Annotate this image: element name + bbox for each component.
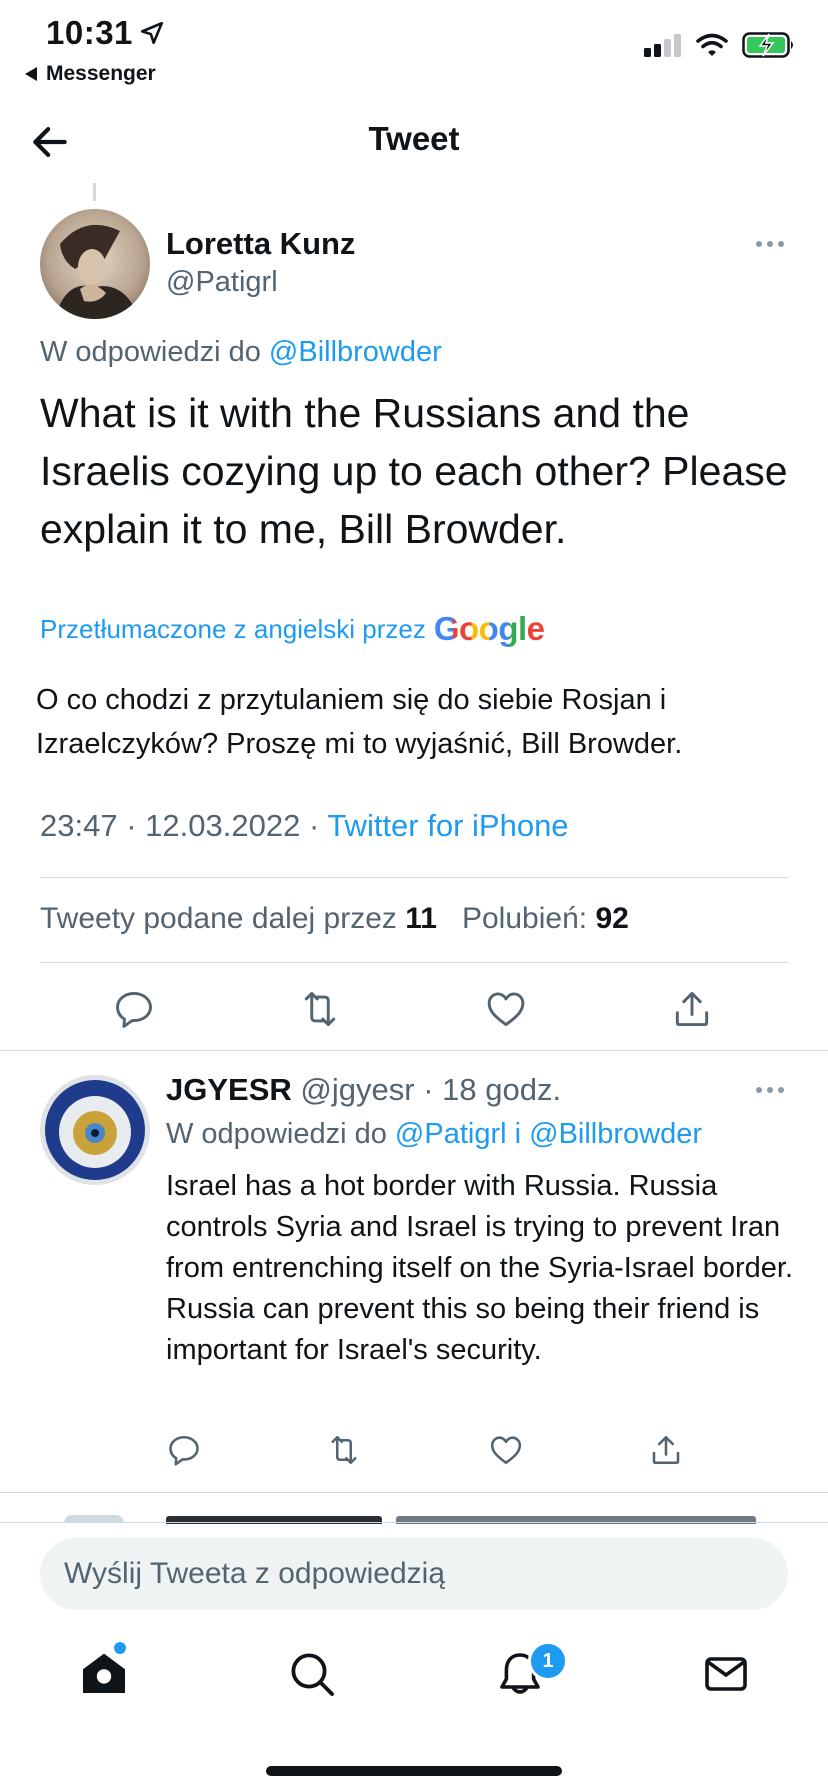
meta-separator-1: ·: [126, 808, 137, 843]
retweets-label: Tweety podane dalej przez: [40, 902, 397, 935]
page-title: Tweet: [368, 120, 460, 157]
status-time-text: 10:31: [46, 14, 133, 51]
composer-divider: [0, 1522, 828, 1523]
reply-like-icon[interactable]: [488, 1432, 524, 1468]
location-arrow-icon: [140, 21, 163, 45]
tweet-text: What is it with the Russians and the Isr…: [40, 390, 788, 552]
reply-time: · 18 godz.: [423, 1072, 562, 1107]
divider: [40, 877, 788, 878]
like-icon[interactable]: [484, 987, 528, 1031]
divider: [0, 1050, 828, 1051]
back-to-app[interactable]: Messenger: [24, 62, 156, 86]
reply-composer[interactable]: [40, 1538, 788, 1610]
translated-label: Przetłumaczone z angielski przez: [40, 613, 426, 644]
divider: [0, 1492, 828, 1493]
home-indicator: [266, 1766, 562, 1776]
tweet-date: 12.03.2022: [145, 808, 301, 843]
more-options-icon[interactable]: [756, 241, 784, 247]
tweet-meta: 23:47 · 12.03.2022 · Twitter for iPhone: [40, 808, 569, 844]
thread-connector: [93, 183, 96, 201]
reply-prefix: W odpowiedzi do: [166, 1118, 387, 1150]
avatar-photo: [40, 209, 150, 319]
reply-header: JGYESR @jgyesr · 18 godz.: [166, 1072, 561, 1108]
reply-to-link[interactable]: @Billbrowder: [269, 336, 442, 368]
search-icon[interactable]: [288, 1650, 336, 1698]
google-logo: Google: [433, 610, 545, 647]
reply-input[interactable]: [40, 1556, 766, 1592]
tweet-time: 23:47: [40, 808, 118, 843]
retweets-count: 11: [405, 902, 437, 935]
likes-count: 92: [595, 902, 629, 935]
home-icon[interactable]: [80, 1650, 128, 1698]
reply-replyto-line: W odpowiedzi do @Patigrl i @Billbrowder: [166, 1118, 702, 1151]
reply-retweet-icon[interactable]: [326, 1432, 362, 1468]
meta-separator-2: ·: [308, 808, 320, 843]
reply-conjunction: i: [514, 1118, 522, 1150]
retweet-icon[interactable]: [298, 987, 342, 1031]
tweet-source-link[interactable]: Twitter for iPhone: [327, 808, 568, 843]
reply-more-options-icon[interactable]: [756, 1087, 784, 1093]
notifications-badge: 1: [528, 1641, 568, 1681]
reply-mention-2[interactable]: @Billbrowder: [529, 1118, 702, 1150]
reply-to-line: W odpowiedzi do @Billbrowder: [40, 336, 442, 369]
likes-stat[interactable]: Polubień: 92: [462, 902, 629, 935]
reply-reply-icon[interactable]: [166, 1432, 202, 1468]
author-name[interactable]: Loretta Kunz: [166, 226, 355, 262]
reply-author-avatar[interactable]: [40, 1075, 150, 1185]
avatar-photo: [40, 1075, 150, 1185]
status-time: 10:31: [46, 14, 165, 52]
reply-author-name[interactable]: JGYESR: [166, 1072, 292, 1107]
reply-author-handle[interactable]: @jgyesr: [300, 1072, 414, 1107]
tweet-stats: Tweety podane dalej przez 11 Polubień: 9…: [40, 902, 629, 936]
reply-share-icon[interactable]: [648, 1432, 684, 1468]
reply-mention-1[interactable]: @Patigrl: [395, 1118, 507, 1150]
back-triangle-icon: [25, 67, 37, 81]
likes-label: Polubień:: [461, 902, 588, 935]
share-icon[interactable]: [670, 987, 714, 1031]
back-app-label: Messenger: [46, 62, 156, 85]
wifi-icon: [696, 33, 728, 56]
battery-charging-icon: [742, 32, 793, 58]
home-unread-dot: [114, 1642, 126, 1654]
divider: [40, 962, 788, 963]
status-icons: [644, 32, 796, 58]
reply-tweet-text: Israel has a hot border with Russia. Rus…: [166, 1170, 794, 1366]
author-avatar[interactable]: [40, 209, 150, 319]
messages-icon[interactable]: [702, 1650, 750, 1698]
signal-icon: [644, 34, 681, 57]
retweets-stat[interactable]: Tweety podane dalej przez 11: [40, 902, 437, 935]
translation-attribution: Przetłumaczone z angielski przez Google: [40, 610, 545, 648]
author-handle[interactable]: @Patigrl: [166, 266, 278, 299]
reply-icon[interactable]: [112, 987, 156, 1031]
reply-prefix: W odpowiedzi do: [40, 336, 261, 368]
translated-text: O co chodzi z przytulaniem się do siebie…: [36, 684, 683, 760]
